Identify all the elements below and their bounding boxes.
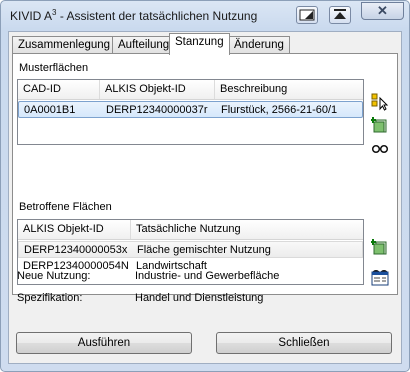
view-glasses-icon[interactable] — [371, 140, 389, 158]
window-title: KIVID A3 - Assistent der tatsächlichen N… — [10, 8, 258, 23]
column-header-nutzung[interactable]: Tatsächliche Nutzung — [131, 220, 363, 239]
tab-aufteilung[interactable]: Aufteilung — [112, 36, 176, 54]
neue-nutzung-label: Neue Nutzung: — [17, 270, 91, 282]
column-header-beschreibung[interactable]: Beschreibung — [215, 80, 363, 99]
pin-top-icon — [334, 9, 346, 19]
table-row[interactable]: DERP12340000053x Fläche gemischter Nutzu… — [18, 241, 363, 258]
close-button[interactable]: Schließen — [216, 332, 392, 354]
tab-zusammenlegung[interactable]: Zusammenlegung — [12, 36, 117, 54]
musterflaechen-label: Musterflächen — [19, 62, 89, 74]
add-layer-icon[interactable] — [370, 116, 389, 134]
betroffene-header: ALKIS Objekt-ID Tatsächliche Nutzung — [18, 220, 363, 240]
musterflaechen-list[interactable]: CAD-ID ALKIS Objekt-ID Beschreibung 0A00… — [17, 79, 364, 145]
tab-panel-stanzung: Musterflächen CAD-ID ALKIS Objekt-ID Bes… — [12, 53, 398, 295]
dialog-client: Zusammenlegung Aufteilung Stanzung Änder… — [8, 31, 402, 364]
cell-alkis-id: DERP12340000037r — [106, 104, 208, 116]
close-window-button[interactable]: ✕ — [361, 2, 404, 20]
add-layer-icon[interactable] — [370, 238, 389, 256]
column-header-cad-id[interactable]: CAD-ID — [18, 80, 100, 99]
select-cursor-icon[interactable] — [371, 93, 389, 111]
dock-icon — [299, 9, 315, 21]
cell-alkis-id: DERP12340000053x — [24, 244, 128, 256]
tab-aenderung[interactable]: Änderung — [228, 36, 290, 54]
spezifikation-value: Handel und Dienstleistung — [135, 292, 264, 304]
table-row[interactable]: 0A0001B1 DERP12340000037r Flurstück, 256… — [18, 101, 363, 118]
pin-top-button[interactable] — [329, 6, 351, 24]
close-icon: ✕ — [377, 3, 388, 18]
title-bar[interactable]: KIVID A3 - Assistent der tatsächlichen N… — [1, 1, 409, 29]
cell-cad-id: 0A0001B1 — [24, 104, 76, 116]
dock-window-button[interactable] — [296, 6, 318, 24]
column-header-alkis-id[interactable]: ALKIS Objekt-ID — [100, 80, 215, 99]
spezifikation-label: Spezifikation: — [17, 292, 83, 304]
column-header-alkis-id[interactable]: ALKIS Objekt-ID — [18, 220, 131, 239]
neue-nutzung-value: Industrie- und Gewerbefläche — [135, 270, 280, 282]
cell-beschreibung: Flurstück, 2566-21-60/1 — [221, 104, 338, 116]
execute-button[interactable]: Ausführen — [16, 332, 192, 354]
attribute-window-icon[interactable] — [371, 270, 389, 288]
musterflaechen-header: CAD-ID ALKIS Objekt-ID Beschreibung — [18, 80, 363, 100]
dialog-window: KIVID A3 - Assistent der tatsächlichen N… — [0, 0, 410, 372]
cell-nutzung: Fläche gemischter Nutzung — [137, 244, 271, 256]
tab-stanzung[interactable]: Stanzung — [169, 33, 230, 55]
betroffene-flaechen-label: Betroffene Flächen — [19, 201, 112, 213]
